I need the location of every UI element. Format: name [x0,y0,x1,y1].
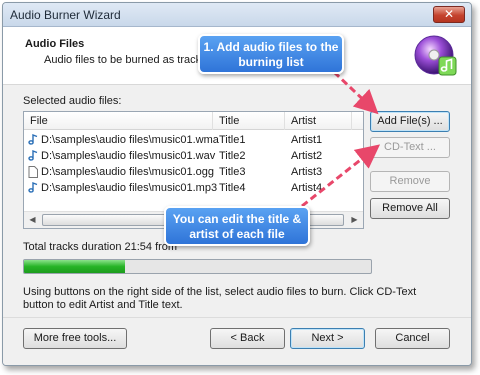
table-row[interactable]: D:\samples\audio files\music01.wav Title… [24,149,363,164]
column-divider [284,112,285,130]
page-subtitle: Audio files to be burned as tracks on [44,54,222,66]
track-artist: Artist4 [291,182,323,194]
cancel-button[interactable]: Cancel [375,328,450,349]
track-title: Title1 [219,134,246,146]
page-title: Audio Files [25,38,85,50]
list-header: File Title Artist [24,112,363,130]
table-row[interactable]: D:\samples\audio files\music01.wma Title… [24,133,363,148]
remove-button[interactable]: Remove [370,171,450,192]
file-path: D:\samples\audio files\music01.ogg [41,166,215,178]
window-title: Audio Burner Wizard [10,8,121,22]
close-button[interactable]: ✕ [433,6,465,23]
track-title: Title2 [219,150,246,162]
file-path: D:\samples\audio files\music01.wav [41,150,216,162]
track-artist: Artist2 [291,150,323,162]
table-row[interactable]: D:\samples\audio files\music01.ogg Title… [24,165,363,180]
music-note-icon [28,182,38,193]
cd-text-button[interactable]: CD-Text ... [370,137,450,158]
track-artist: Artist1 [291,134,323,146]
column-divider [351,112,352,130]
file-path: D:\samples\audio files\music01.mp3 [41,182,218,194]
scroll-right-icon[interactable]: ▶ [346,212,363,228]
remove-all-button[interactable]: Remove All [370,198,450,219]
blank-file-icon [28,166,38,178]
audio-disc-icon [414,35,457,76]
capacity-progress-bar [23,259,372,274]
track-title: Title4 [219,182,246,194]
callout-edit-tags: You can edit the title & artist of each … [164,206,310,246]
track-artist: Artist3 [291,166,323,178]
scroll-left-icon[interactable]: ◀ [24,212,41,228]
more-tools-button[interactable]: More free tools... [23,328,127,349]
music-note-icon [28,134,38,145]
add-files-button[interactable]: Add File(s) ... [370,111,450,132]
column-header-title[interactable]: Title [219,115,239,127]
title-bar: Audio Burner Wizard ✕ [3,3,471,27]
column-header-artist[interactable]: Artist [291,115,316,127]
back-button[interactable]: < Back [210,328,285,349]
callout-add-files: 1. Add audio files to the burning list [198,34,344,74]
track-title: Title3 [219,166,246,178]
help-text: Using buttons on the right side of the l… [23,286,417,311]
table-row[interactable]: D:\samples\audio files\music01.mp3 Title… [24,181,363,196]
music-note-icon [28,150,38,161]
file-path: D:\samples\audio files\music01.wma [41,134,219,146]
progress-fill [24,260,125,273]
column-header-file[interactable]: File [30,115,48,127]
wizard-footer: More free tools... < Back Next > Cancel [3,317,471,365]
duration-label: Total tracks duration 21:54 from [23,241,178,253]
next-button[interactable]: Next > [290,328,365,349]
column-divider [212,112,213,130]
selected-files-label: Selected audio files: [23,95,122,107]
